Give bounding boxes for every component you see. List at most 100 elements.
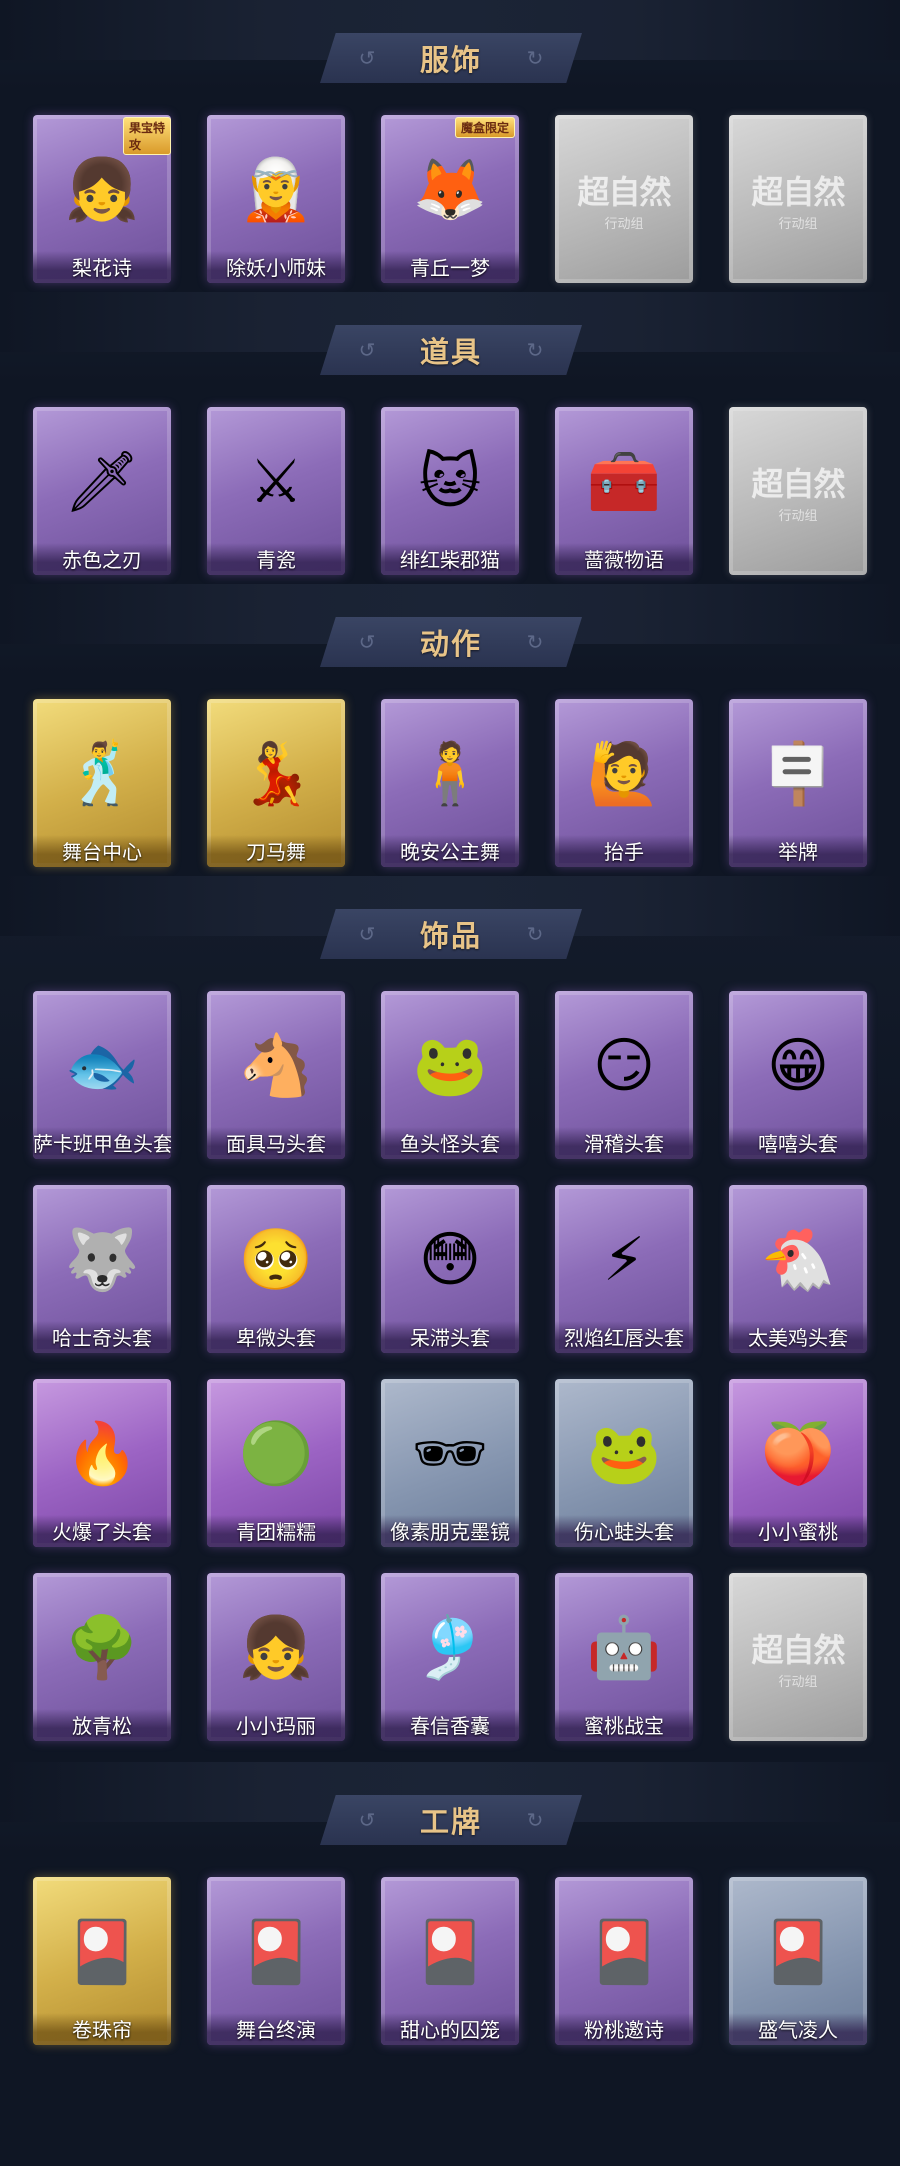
item-card[interactable]: 🟢 青团糯糯 [207, 1379, 345, 1547]
item-label: 放青松 [33, 1709, 171, 1741]
item-card[interactable]: 🐱 绯红柴郡猫 [381, 407, 519, 575]
badge-card-icon: 🎴 [760, 1917, 836, 1987]
item-label: 赤色之刃 [33, 543, 171, 575]
item-label: 萨卡班甲鱼头套 [33, 1127, 171, 1159]
item-card[interactable]: 🔥 火爆了头套 [33, 1379, 171, 1547]
item-card[interactable]: 超自然 行动组 [555, 115, 693, 283]
item-label: 滑稽头套 [555, 1127, 693, 1159]
placeholder-subtitle: 行动组 [778, 1675, 818, 1690]
item-label: 举牌 [729, 835, 867, 867]
section-4: ↺ 工牌 ↻ 🎴 卷珠帘 🎴 舞台终演 🎴 甜心的囚笼 🎴 粉桃邀诗 🎴 盛气凌人 [0, 1762, 900, 2071]
placeholder-subtitle: 行动组 [604, 217, 644, 232]
item-card[interactable]: 👧 果宝特攻 梨花诗 [33, 115, 171, 283]
item-card[interactable]: 🦊 魔盒限定青丘一梦 [381, 115, 519, 283]
peach-doll-icon: 🍑 [760, 1419, 836, 1489]
item-card[interactable]: 🐟 萨卡班甲鱼头套 [33, 991, 171, 1159]
item-label: 太美鸡头套 [729, 1321, 867, 1353]
item-card[interactable]: 🌳 放青松 [33, 1573, 171, 1741]
item-card[interactable]: 🍑 小小蜜桃 [729, 1379, 867, 1547]
limited-badge: 魔盒限定 [454, 117, 515, 138]
item-card[interactable]: 🤖 蜜桃战宝 [555, 1573, 693, 1741]
item-label: 鱼头怪头套 [381, 1127, 519, 1159]
item-card[interactable]: 🎐 春信香囊 [381, 1573, 519, 1741]
section-title: 服饰 [419, 43, 482, 77]
peach-bot-icon: 🤖 [586, 1613, 662, 1683]
swirl-left-icon: ↺ [358, 630, 376, 654]
item-card[interactable]: 🧰 蔷薇物语 [555, 407, 693, 575]
placeholder-logo-icon: 超自然 [751, 1631, 845, 1669]
hold-sign-icon: 🪧 [760, 739, 836, 809]
item-label: 面具马头套 [207, 1127, 345, 1159]
item-label: 卷珠帘 [33, 2013, 171, 2045]
item-card[interactable]: 🎴 舞台终演 [207, 1877, 345, 2045]
swirl-right-icon: ↻ [526, 338, 544, 362]
item-card[interactable]: ⚡ 烈焰红唇头套 [555, 1185, 693, 1353]
item-card[interactable]: 🎴 卷珠帘 [33, 1877, 171, 2045]
item-card[interactable]: 😳 呆滞头套 [381, 1185, 519, 1353]
badge-card-icon: 🎴 [238, 1917, 314, 1987]
item-card[interactable]: 超自然 行动组 [729, 1573, 867, 1741]
section-banner: ↺ 服饰 ↻ [320, 33, 582, 83]
item-card[interactable]: 😁 嘻嘻头套 [729, 991, 867, 1159]
character-girl-icon: 🦊 [412, 155, 488, 225]
dance-pose-icon: 🕺 [64, 739, 140, 809]
item-card[interactable]: 🕺 舞台中心 [33, 699, 171, 867]
item-card[interactable]: 🐸 伤心蛙头套 [555, 1379, 693, 1547]
item-card[interactable]: 🕶 像素朋克墨镜 [381, 1379, 519, 1547]
item-card[interactable]: 😏 滑稽头套 [555, 991, 693, 1159]
item-card[interactable]: 🎴 粉桃邀诗 [555, 1877, 693, 2045]
section-1: ↺ 道具 ↻ 🗡 赤色之刃 ⚔ 青瓷 🐱 绯红柴郡猫 🧰 蔷薇物语 超自然 行动组 [0, 292, 900, 601]
red-blade-icon: 🗡 [63, 447, 141, 517]
item-card[interactable]: 🥺 卑微头套 [207, 1185, 345, 1353]
item-label: 晚安公主舞 [381, 835, 519, 867]
item-label: 蔷薇物语 [555, 543, 693, 575]
item-card[interactable]: 🙋 抬手 [555, 699, 693, 867]
section-3: ↺ 饰品 ↻ 🐟 萨卡班甲鱼头套 🐴 面具马头套 🐸 鱼头怪头套 😏 滑稽头套 😁 嘻嘻头套 🐺 哈士奇头套… [0, 876, 900, 1767]
dance-pose-icon: 💃 [238, 739, 314, 809]
item-label: 舞台终演 [207, 2013, 345, 2045]
item-label: 刀马舞 [207, 835, 345, 867]
character-girl-icon: 👧 [64, 155, 140, 225]
grin-face-icon: 😁 [766, 1031, 830, 1101]
item-card[interactable]: 🐔 太美鸡头套 [729, 1185, 867, 1353]
item-card[interactable]: 👧 小小玛丽 [207, 1573, 345, 1741]
swirl-right-icon: ↻ [526, 922, 544, 946]
placeholder-logo-icon: 超自然 [577, 173, 671, 211]
item-card[interactable]: 🐺 哈士奇头套 [33, 1185, 171, 1353]
dance-pose-icon: 🧍 [412, 739, 488, 809]
swirl-right-icon: ↻ [526, 46, 544, 70]
item-label: 青团糯糯 [207, 1515, 345, 1547]
item-card[interactable]: 🎴 甜心的囚笼 [381, 1877, 519, 2045]
item-label: 粉桃邀诗 [555, 2013, 693, 2045]
green-dumpling-icon: 🟢 [238, 1419, 314, 1489]
item-card[interactable]: 🎴 盛气凌人 [729, 1877, 867, 2045]
smirk-face-icon: 😏 [592, 1031, 656, 1101]
placeholder-subtitle: 行动组 [778, 509, 818, 524]
badge-card-icon: 🎴 [586, 1917, 662, 1987]
item-label: 舞台中心 [33, 835, 171, 867]
item-label: 青丘一梦 [381, 251, 519, 283]
character-girl-icon: 🧝 [238, 155, 314, 225]
item-card[interactable]: 🐴 面具马头套 [207, 991, 345, 1159]
raise-hand-icon: 🙋 [586, 739, 662, 809]
sachet-icon: 🎐 [412, 1613, 488, 1683]
item-card[interactable]: 超自然 行动组 [729, 115, 867, 283]
item-card[interactable]: 🧍 晚安公主舞 [381, 699, 519, 867]
section-banner: ↺ 工牌 ↻ [320, 1795, 582, 1845]
item-card[interactable]: 超自然 行动组 [729, 407, 867, 575]
item-card[interactable]: ⚔ 青瓷 [207, 407, 345, 575]
item-card[interactable]: 🗡 赤色之刃 [33, 407, 171, 575]
item-card[interactable]: 🧝 除妖小师妹 [207, 115, 345, 283]
swirl-left-icon: ↺ [358, 1808, 376, 1832]
item-card[interactable]: 🪧 举牌 [729, 699, 867, 867]
item-card[interactable]: 🐸 鱼头怪头套 [381, 991, 519, 1159]
section-title: 工牌 [419, 1805, 482, 1839]
item-label: 盛气凌人 [729, 2013, 867, 2045]
item-label: 哈士奇头套 [33, 1321, 171, 1353]
limited-badge: 果宝特攻 [123, 117, 171, 155]
section-0: ↺ 服饰 ↻ 👧 果宝特攻 梨花诗 🧝 除妖小师妹 🦊 魔盒限定 青丘一梦 超自然 行动组 超自然 行动组 [0, 0, 900, 309]
swirl-left-icon: ↺ [358, 46, 376, 70]
doll-girl-icon: 👧 [238, 1613, 314, 1683]
item-card[interactable]: 💃 刀马舞 [207, 699, 345, 867]
item-label: 呆滞头套 [381, 1321, 519, 1353]
